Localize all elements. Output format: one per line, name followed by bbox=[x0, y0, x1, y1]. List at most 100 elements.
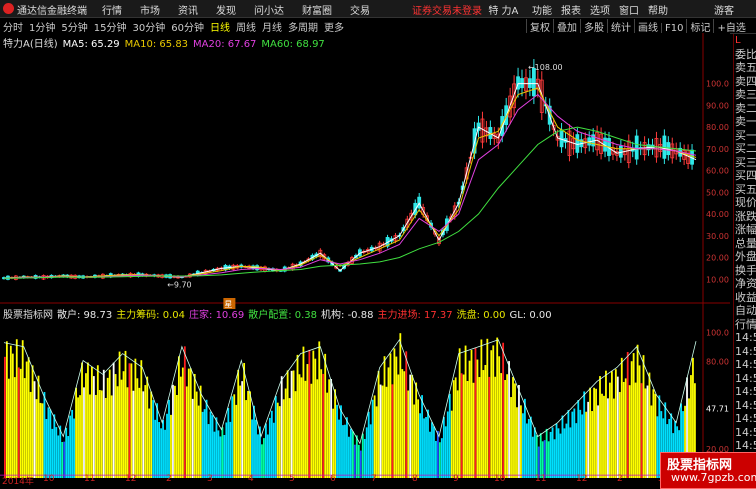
indicator-bar-159 bbox=[318, 341, 321, 478]
indicator-bar-224 bbox=[446, 411, 449, 478]
indicator-bar-24 bbox=[51, 428, 54, 478]
chart-button-0[interactable]: 复权 bbox=[526, 19, 553, 34]
indicator-bar-221 bbox=[440, 438, 443, 478]
menu-item-4[interactable]: 问小达 bbox=[254, 2, 284, 17]
chart-button-3[interactable]: 统计 bbox=[607, 19, 634, 34]
guest-label[interactable]: 游客 bbox=[714, 2, 734, 17]
period-tab-0[interactable]: 分时 bbox=[3, 19, 23, 34]
chart-button-2[interactable]: 多股 bbox=[580, 19, 607, 34]
indicator-bar-222 bbox=[442, 416, 445, 478]
indicator-bar-5 bbox=[13, 377, 16, 478]
period-tab-5[interactable]: 60分钟 bbox=[171, 19, 204, 34]
indicator-bar-149 bbox=[298, 374, 301, 478]
quote-panel-item-27[interactable]: 14:56 bbox=[734, 399, 756, 413]
indicator-bar-166 bbox=[332, 408, 335, 478]
period-tab-6[interactable]: 日线 bbox=[210, 19, 230, 34]
indicator-axis-label-1: 80.00 bbox=[706, 358, 729, 367]
top-menu-item-1[interactable]: 报表 bbox=[561, 2, 581, 17]
time-axis-label-13: 11 bbox=[535, 474, 547, 484]
quote-panel-item-24[interactable]: 14:56 bbox=[734, 358, 756, 372]
period-tab-9[interactable]: 多周期 bbox=[288, 19, 318, 34]
period-tab-4[interactable]: 30分钟 bbox=[132, 19, 165, 34]
chart-button-4[interactable]: 画线 bbox=[634, 19, 661, 34]
indicator-bar-281 bbox=[559, 433, 562, 478]
indicator-bar-282 bbox=[561, 415, 564, 478]
indicator-bar-126 bbox=[253, 405, 255, 478]
indicator-bar-165 bbox=[330, 379, 333, 478]
period-tab-7[interactable]: 周线 bbox=[236, 19, 256, 34]
time-axis: 2014年10111223456789101112234 bbox=[0, 474, 730, 487]
period-tab-1[interactable]: 1分钟 bbox=[29, 19, 55, 34]
indicator-bar-240 bbox=[478, 377, 481, 478]
indicator-bar-47 bbox=[96, 365, 99, 478]
indicator-bar-260 bbox=[518, 385, 520, 478]
indicator-bar-70 bbox=[142, 391, 145, 478]
quote-panel-item-29[interactable]: 14:56 bbox=[734, 426, 756, 440]
chart-area[interactable]: 100.0 90.00 80.00 70.00 60.00 50.00 40.00 30.00… bbox=[0, 33, 730, 485]
quote-panel-item-22[interactable]: 14:56 bbox=[734, 331, 756, 345]
chart-button-1[interactable]: 叠加 bbox=[553, 19, 580, 34]
watermark-url: www.7gpzb.com bbox=[671, 471, 756, 484]
period-tab-3[interactable]: 15分钟 bbox=[94, 19, 127, 34]
indicator-bar-23 bbox=[49, 409, 52, 478]
period-tab-8[interactable]: 月线 bbox=[262, 19, 282, 34]
quote-panel-item-28[interactable]: 14:56 bbox=[734, 412, 756, 426]
indicator-bar-212 bbox=[423, 418, 425, 478]
indicator-bar-91 bbox=[183, 346, 186, 478]
quote-panel-item-30[interactable]: 14:56 bbox=[734, 439, 756, 453]
menu-item-3[interactable]: 发现 bbox=[216, 2, 236, 17]
indicator-bar-274 bbox=[545, 428, 548, 478]
chart-button-7[interactable]: +自选 bbox=[713, 19, 748, 34]
period-tab-2[interactable]: 5分钟 bbox=[61, 19, 87, 34]
indicator-bar-138 bbox=[276, 402, 279, 478]
indicator-bar-111 bbox=[223, 434, 226, 478]
quote-panel-item-26[interactable]: 14:56 bbox=[734, 385, 756, 399]
quote-panel-item-3: 卖四 bbox=[735, 74, 756, 88]
indicator-bar-124 bbox=[249, 391, 251, 478]
menu-item-2[interactable]: 资讯 bbox=[178, 2, 198, 17]
chart-button-6[interactable]: 标记 bbox=[686, 19, 713, 34]
indicator-bar-306 bbox=[609, 382, 611, 478]
quote-panel-item-23[interactable]: 14:56 bbox=[734, 345, 756, 359]
indicator-bar-14 bbox=[31, 365, 34, 478]
indicator-bar-29 bbox=[61, 441, 64, 478]
indicator-bar-253 bbox=[504, 380, 507, 478]
quote-panel-item-7: 买一 bbox=[735, 128, 756, 142]
indicator-bar-272 bbox=[541, 441, 544, 478]
login-warning[interactable]: 证券交易未登录 特 力A bbox=[412, 2, 518, 17]
indicator-bar-4 bbox=[11, 353, 14, 478]
indicator-bar-211 bbox=[421, 395, 423, 478]
period-tab-10[interactable]: 更多 bbox=[324, 19, 344, 34]
indicator-bar-233 bbox=[464, 345, 467, 478]
quote-panel-item-8: 买二 bbox=[735, 142, 756, 155]
indicator-bar-64 bbox=[130, 363, 133, 478]
indicator-bar-164 bbox=[328, 379, 331, 478]
top-menu-item-4[interactable]: 帮助 bbox=[648, 2, 668, 17]
menu-item-0[interactable]: 行情 bbox=[102, 2, 122, 17]
quote-panel-item-25[interactable]: 14:56 bbox=[734, 372, 756, 386]
menu-item-1[interactable]: 市场 bbox=[140, 2, 160, 17]
menu-item-5[interactable]: 财富圈 bbox=[302, 2, 332, 17]
indicator-bar-285 bbox=[567, 410, 570, 478]
top-menu-item-3[interactable]: 窗口 bbox=[619, 2, 639, 17]
indicator-bar-293 bbox=[583, 391, 586, 478]
indicator-bar-131 bbox=[263, 438, 265, 478]
kline-chart[interactable]: 100.0 90.00 80.00 70.00 60.00 50.00 40.00 30.00… bbox=[0, 33, 730, 485]
indicator-bar-202 bbox=[403, 371, 406, 478]
chart-toolbar: 分时 1分钟 5分钟 15分钟 30分钟 60分钟 日线 周线 月线 多周期 更多 复权 叠加 多股 统计… bbox=[0, 18, 756, 49]
top-menu-item-0[interactable]: 功能 bbox=[532, 2, 552, 17]
top-menu-item-2[interactable]: 选项 bbox=[590, 2, 610, 17]
indicator-bar-30 bbox=[63, 441, 66, 478]
indicator-bar-170 bbox=[340, 405, 342, 478]
quote-panel-item-20[interactable]: 自动 bbox=[734, 304, 756, 318]
indicator-bar-100 bbox=[201, 411, 204, 478]
indicator-legend: 股票指标网 散户: 98.73 主力筹码: 0.04 庄家: 10.69 散户配置: 0… bbox=[3, 306, 556, 321]
quote-panel-item-21[interactable]: 行情 bbox=[734, 318, 756, 332]
menu-item-6[interactable]: 交易 bbox=[350, 2, 370, 17]
quote-panel-item-18: 净资 bbox=[735, 277, 756, 290]
indicator-bar-302 bbox=[601, 393, 603, 478]
indicator-bar-215 bbox=[429, 431, 431, 478]
indicator-bar-53 bbox=[108, 369, 111, 478]
indicator-bar-227 bbox=[452, 380, 455, 478]
indicator-bar-115 bbox=[231, 396, 234, 478]
